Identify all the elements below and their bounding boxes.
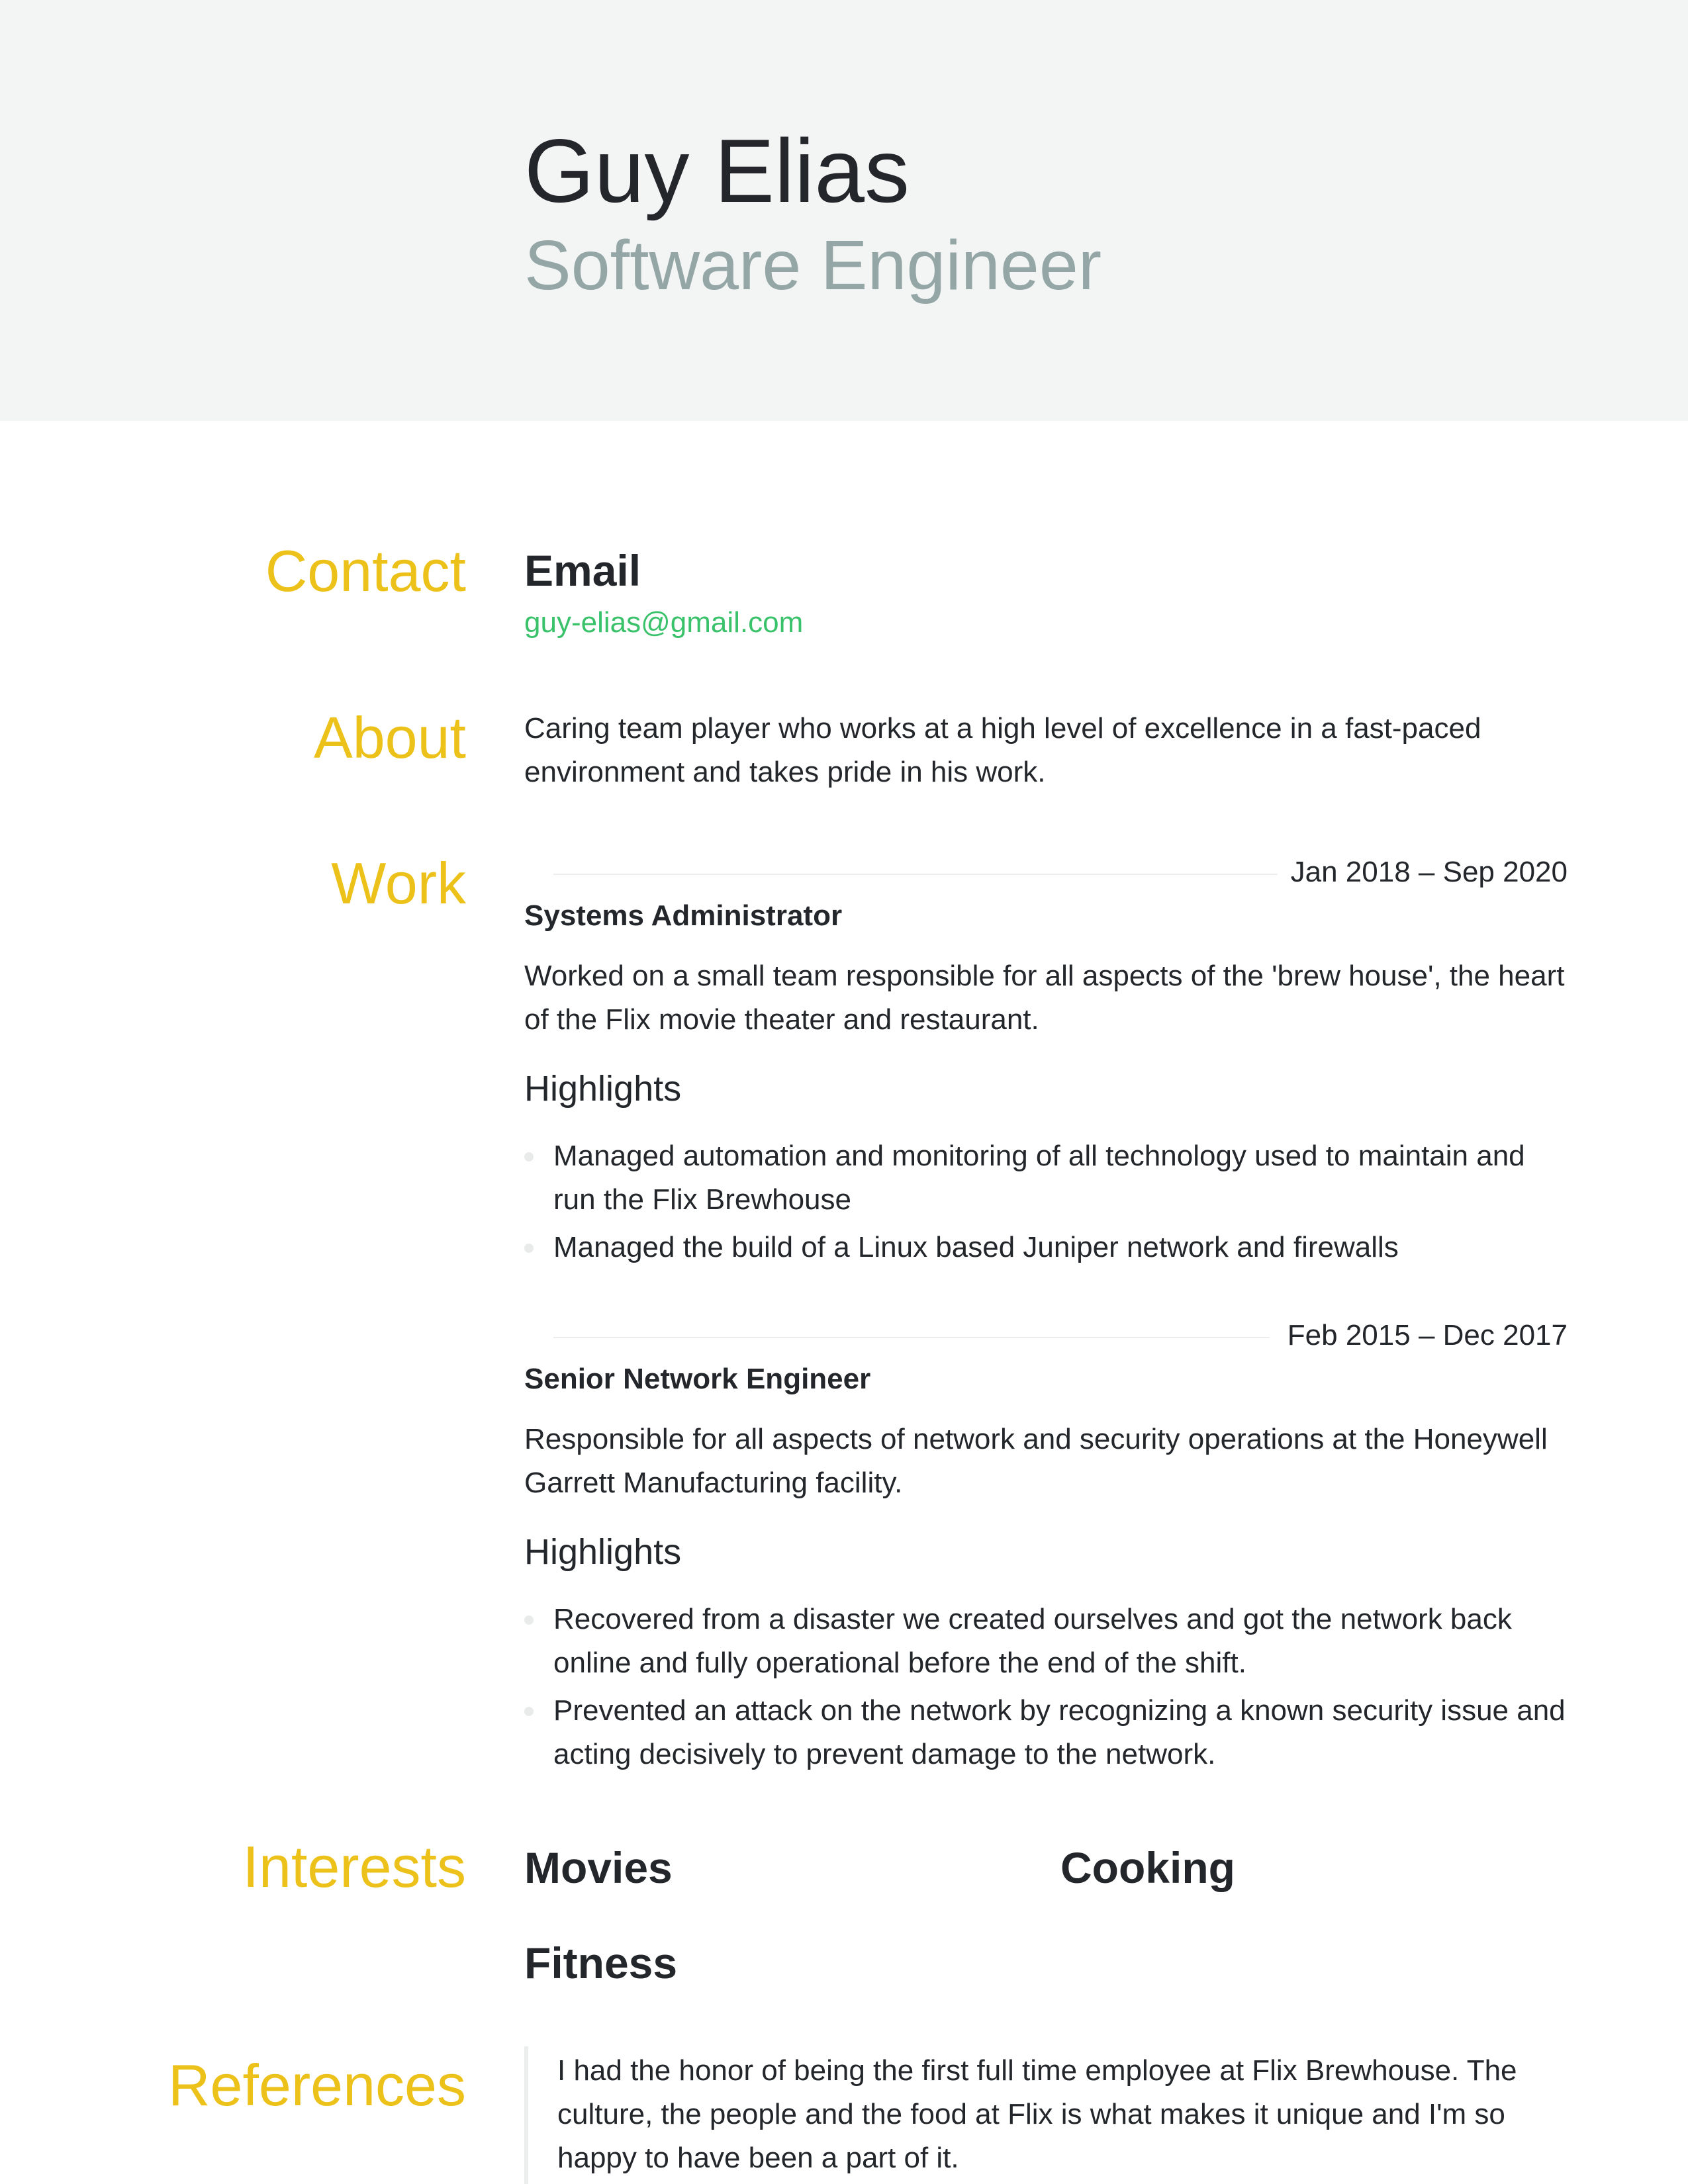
work-date-row: Feb 2015 – Dec 2017	[553, 1316, 1568, 1355]
section-label-references: References	[167, 2052, 466, 2118]
interest-item: Movies	[524, 1843, 673, 1892]
work-dates: Feb 2015 – Dec 2017	[1287, 1319, 1568, 1351]
reference-text: I had the honor of being the first full …	[557, 2054, 1517, 2174]
interest-item: Fitness	[524, 1938, 678, 1987]
section-label-interests: Interests	[242, 1834, 466, 1899]
email-label: Email	[524, 546, 641, 595]
work-dates: Jan 2018 – Sep 2020	[1290, 856, 1568, 888]
highlight-text: Managed automation and monitoring of all…	[553, 1140, 1525, 1216]
work-summary: Worked on a small team responsible for a…	[524, 960, 1565, 1036]
work-position: Systems Administrator	[524, 899, 843, 932]
person-name: Guy Elias	[524, 120, 910, 221]
interest-item: Cooking	[1060, 1843, 1235, 1892]
work-position: Senior Network Engineer	[524, 1363, 871, 1395]
bullet-icon	[524, 1707, 534, 1716]
work-date-row: Jan 2018 – Sep 2020	[553, 852, 1568, 892]
contact-block: Email guy-elias@gmail.com	[524, 544, 1568, 642]
list-item: Prevented an attack on the network by re…	[524, 1689, 1568, 1776]
list-item: Managed the build of a Linux based Junip…	[524, 1226, 1568, 1269]
section-label-work: Work	[331, 850, 466, 916]
highlight-text: Recovered from a disaster we created our…	[553, 1603, 1512, 1679]
section-label-about: About	[314, 705, 466, 770]
resume-header: Guy Elias Software Engineer	[0, 0, 1688, 421]
list-item: Recovered from a disaster we created our…	[524, 1598, 1568, 1685]
email-link[interactable]: guy-elias@gmail.com	[524, 604, 1568, 642]
highlight-text: Prevented an attack on the network by re…	[553, 1694, 1566, 1770]
about-text: Caring team player who works at a high l…	[524, 712, 1481, 788]
highlights-list: Managed automation and monitoring of all…	[524, 1134, 1568, 1275]
work-summary: Responsible for all aspects of network a…	[524, 1423, 1548, 1499]
highlights-title: Highlights	[524, 1532, 682, 1572]
reference-quote: I had the honor of being the first full …	[524, 2046, 1568, 2184]
section-label-contact: Contact	[265, 538, 466, 604]
highlights-list: Recovered from a disaster we created our…	[524, 1598, 1568, 1782]
bullet-icon	[524, 1244, 534, 1253]
highlights-title: Highlights	[524, 1069, 682, 1109]
date-divider	[553, 1337, 1270, 1338]
bullet-icon	[524, 1152, 534, 1161]
bullet-icon	[524, 1615, 534, 1625]
date-divider	[553, 874, 1278, 875]
person-title: Software Engineer	[524, 226, 1102, 304]
highlight-text: Managed the build of a Linux based Junip…	[553, 1231, 1399, 1263]
list-item: Managed automation and monitoring of all…	[524, 1134, 1568, 1222]
